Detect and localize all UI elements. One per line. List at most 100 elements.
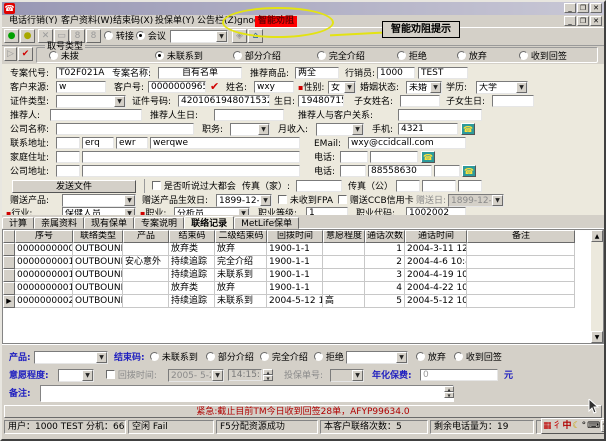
spin-down-icon[interactable]: ▼ — [263, 375, 273, 381]
cust-source-field[interactable]: w — [56, 81, 106, 93]
reject-reason-combobox[interactable]: ▼ — [346, 351, 408, 364]
mdi-restore-button[interactable]: ❐ — [577, 16, 589, 26]
income-combobox[interactable]: ▼ — [316, 123, 364, 136]
job-title-combobox[interactable]: ▼ — [230, 123, 270, 136]
dial-mobile-icon[interactable]: ☎ — [461, 123, 475, 135]
phone1-field-1[interactable] — [340, 151, 368, 163]
radio-not-reached[interactable]: 未联系到 — [155, 51, 203, 62]
table-row[interactable]: 00000000004OUTBOUND放弃类放弃1900-1-112004-3-… — [3, 243, 603, 256]
fax-office-field-2[interactable] — [422, 180, 456, 192]
column-header[interactable]: 通话时间 — [405, 230, 467, 243]
halfwidth-moon-icon[interactable]: ☾ — [573, 419, 581, 433]
menu-end-code[interactable]: 结束码(X) — [110, 15, 156, 28]
dropdown-arrow-icon[interactable]: ▼ — [216, 31, 227, 42]
transfer-radio[interactable]: 转接 — [104, 31, 134, 43]
child-birthday-field[interactable] — [492, 95, 534, 107]
product-rec-field[interactable]: 两全 — [295, 67, 339, 79]
scroll-down-icon[interactable]: ▼ — [444, 392, 454, 398]
mdi-minimize-button[interactable]: _ — [564, 16, 576, 26]
dropdown-arrow-icon[interactable]: ▼ — [82, 370, 93, 381]
home-addr-field-2[interactable] — [82, 151, 300, 163]
dropdown-arrow-icon[interactable]: ▼ — [352, 124, 363, 135]
fax-office-field-1[interactable] — [396, 180, 420, 192]
offhook-icon[interactable]: ● — [4, 29, 19, 43]
punctuation-icon[interactable]: ° — [582, 419, 587, 433]
fax-home-field[interactable] — [296, 180, 342, 192]
play-icon[interactable]: ▷ — [4, 47, 17, 61]
contact-addr-field-2[interactable]: erq — [82, 137, 114, 149]
column-header[interactable]: 结束码 — [169, 230, 215, 243]
phone2-field-1[interactable] — [340, 165, 366, 177]
conference-combobox[interactable]: ▼ — [170, 30, 228, 43]
product-combobox[interactable]: ▼ — [34, 351, 108, 364]
dial-phone2-icon[interactable]: ☎ — [462, 165, 476, 177]
agent-id-field[interactable]: 1000 — [377, 67, 415, 79]
marital-combobox[interactable]: 未婚▼ — [406, 81, 442, 94]
menu-telemarketing[interactable]: 电话行销(Y) — [6, 15, 61, 28]
remark-textarea[interactable] — [40, 385, 454, 402]
column-header[interactable]: 回拨时间 — [267, 230, 323, 243]
minimize-button[interactable]: _ — [564, 3, 576, 13]
dropdown-arrow-icon[interactable]: ▼ — [96, 352, 107, 363]
ccb-checkbox[interactable]: 赠送CCB信用卡 — [338, 195, 414, 207]
table-row[interactable]: ▶00000000021OUTBOUND持续追踪未联系到2004-5-12 10… — [3, 295, 603, 308]
scroll-down-icon[interactable]: ▼ — [591, 331, 603, 343]
radio-rejected[interactable]: 拒绝 — [397, 51, 427, 62]
verify-check-icon[interactable]: ✔ — [210, 81, 219, 93]
contact-addr-field-3[interactable]: ewr — [116, 137, 148, 149]
gender-combobox[interactable]: 女▼ — [328, 81, 356, 94]
tab-existing-policies[interactable]: 现有保单 — [84, 217, 134, 229]
radio-receipt-received[interactable]: 收到回签 — [519, 51, 567, 62]
row-selector[interactable] — [3, 282, 15, 295]
radio-full-intro[interactable]: 完全介绍 — [317, 51, 365, 62]
contact-addr-field-4[interactable]: werqwe — [150, 137, 300, 149]
close-button[interactable]: ✕ — [590, 3, 602, 13]
mdi-close-button[interactable]: ✕ — [590, 16, 602, 26]
ime-grid-icon[interactable]: ▦ — [543, 419, 552, 433]
tab-contact-records[interactable]: 联络记录 — [184, 216, 234, 230]
menu-customer-info[interactable]: 客户资料(W) — [58, 15, 116, 28]
ime-pen-icon[interactable]: 彳 — [553, 419, 562, 433]
input-mode-icon[interactable]: 中 — [563, 419, 572, 433]
endcode-radio-full[interactable]: 完全介绍 — [260, 352, 308, 364]
company-field[interactable] — [56, 123, 194, 135]
dropdown-arrow-icon[interactable]: ▼ — [114, 96, 125, 107]
column-header[interactable]: 备注 — [467, 230, 575, 243]
gift-product-combobox[interactable]: ▼ — [62, 194, 136, 207]
home-icon[interactable]: ⌂ — [248, 29, 263, 43]
endcode-radio-reject[interactable]: 拒绝 — [314, 352, 344, 364]
row-selector[interactable] — [3, 256, 15, 269]
tab-relatives[interactable]: 亲属资料 — [34, 217, 84, 229]
transfer-radio-circle[interactable] — [104, 31, 113, 40]
radio-not-dialed[interactable]: 未拨 — [49, 51, 79, 62]
premium-field[interactable]: 0 — [420, 369, 498, 381]
row-selector[interactable] — [3, 243, 15, 256]
column-header[interactable]: 联络类型 — [73, 230, 123, 243]
callback-checkbox[interactable]: 回拨时间: — [106, 370, 157, 382]
column-header[interactable]: 产品 — [123, 230, 169, 243]
column-header[interactable]: 通话次数 — [365, 230, 405, 243]
referrer-field[interactable] — [50, 109, 142, 121]
row-selector[interactable]: ▶ — [3, 295, 15, 308]
tab-case-notes[interactable]: 专案说明 — [134, 217, 184, 229]
dropdown-arrow-icon[interactable]: ▼ — [124, 195, 135, 206]
education-combobox[interactable]: 大学▼ — [476, 81, 528, 94]
scroll-up-icon[interactable]: ▲ — [591, 230, 603, 242]
tab-metlife-policies[interactable]: MetLife保单 — [234, 217, 299, 229]
language-bar[interactable]: ▦ 彳 中 ☾ ° ⌨ ? ⁞ — [541, 418, 606, 434]
gift-date-combobox[interactable]: 1899-12-30▼ — [216, 194, 272, 207]
referrer-relation-field[interactable] — [398, 109, 482, 121]
help-icon[interactable]: ? — [601, 420, 606, 432]
send-file-button[interactable]: 发送文件 — [12, 180, 136, 193]
dropdown-arrow-icon[interactable]: ▼ — [396, 352, 407, 363]
agent-name-field[interactable]: TEST — [418, 67, 468, 79]
endcode-radio-partial[interactable]: 部分介绍 — [206, 352, 254, 364]
phone2-field-3[interactable] — [434, 165, 460, 177]
dropdown-arrow-icon[interactable]: ▼ — [430, 82, 441, 93]
endcode-radio-receipt[interactable]: 收到回签 — [454, 352, 502, 364]
dropdown-arrow-icon[interactable]: ▼ — [260, 195, 271, 206]
phone2-field-2[interactable]: 88558630 — [368, 165, 432, 177]
phone1-field-2[interactable] — [370, 151, 418, 163]
referrer-birthday-field[interactable] — [214, 109, 284, 121]
hangup-icon[interactable]: ● — [20, 29, 35, 43]
